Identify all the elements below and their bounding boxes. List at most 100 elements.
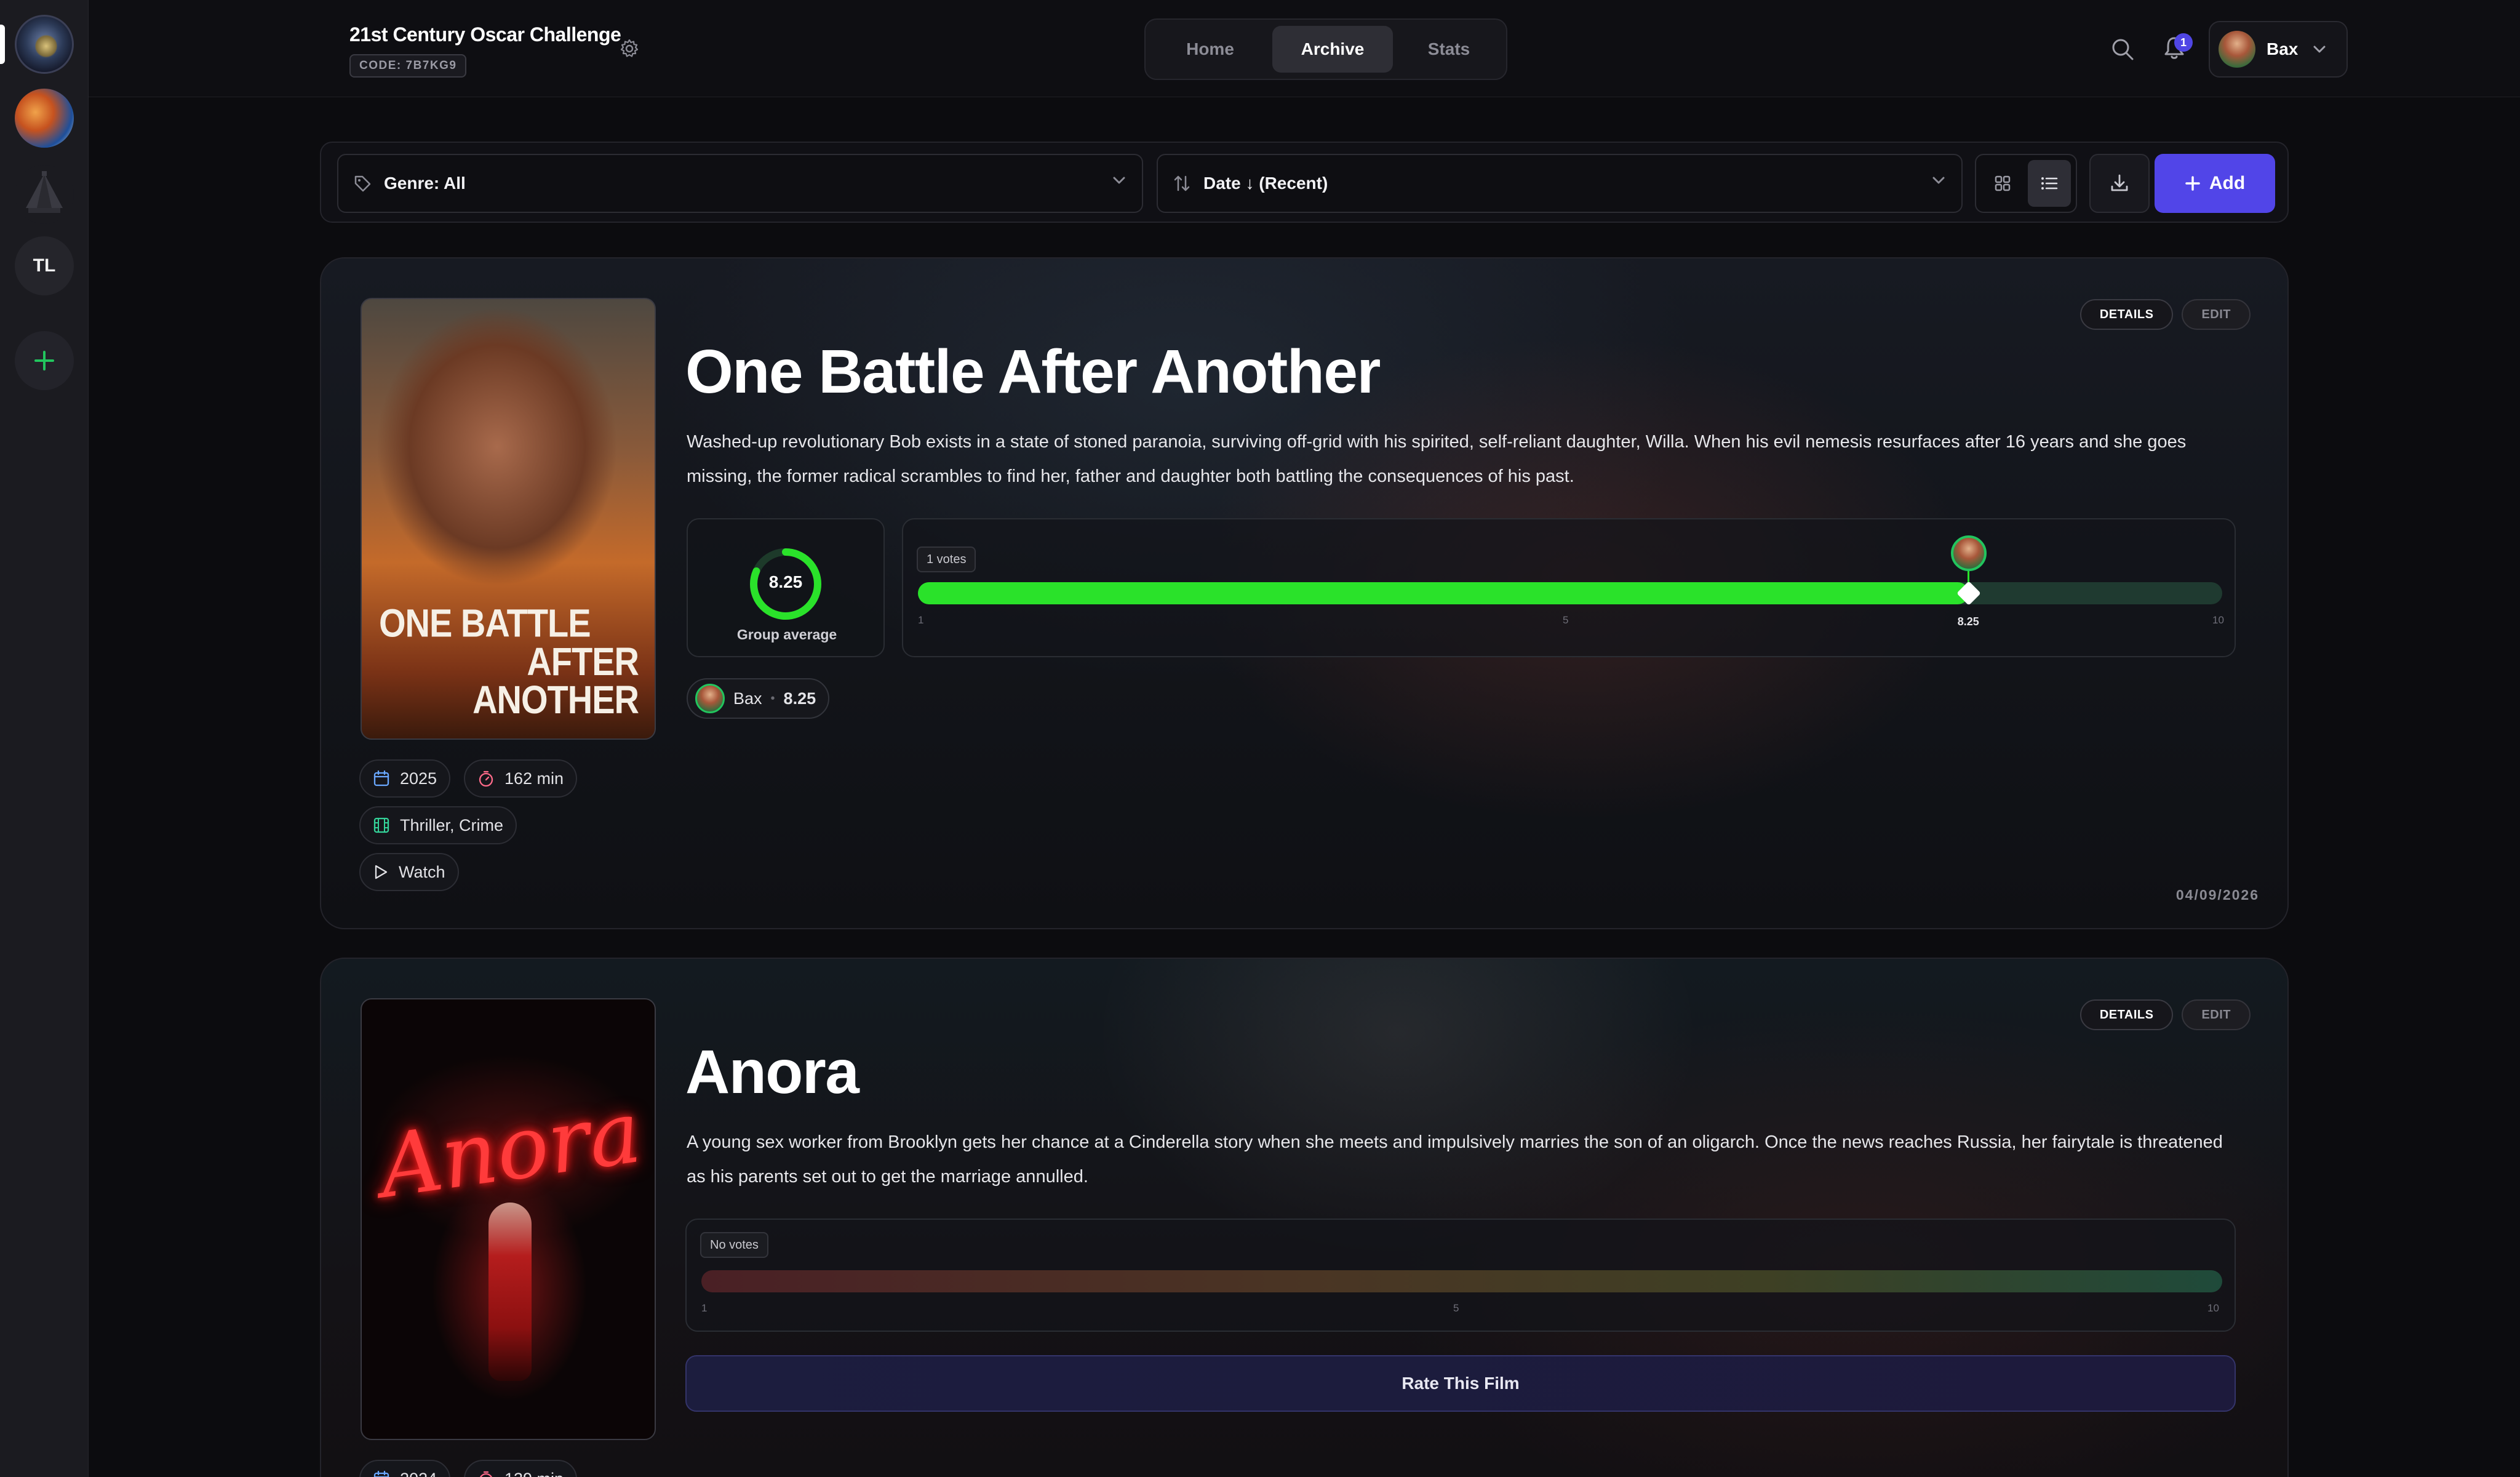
film-title: One Battle After Another	[685, 337, 1381, 406]
voter-score: 8.25	[783, 689, 816, 708]
user-avatar	[2219, 31, 2255, 68]
voter-marker-avatar[interactable]	[1950, 535, 1987, 571]
add-film-label: Add	[2209, 173, 2246, 193]
list-view-button[interactable]	[2028, 160, 2071, 207]
top-header: 21st Century Oscar Challenge CODE: 7B7KG…	[89, 0, 2520, 97]
rate-film-button[interactable]: Rate This Film	[685, 1355, 2236, 1412]
edit-button[interactable]: EDIT	[2182, 999, 2251, 1030]
scale-max-label: 10	[2207, 1302, 2219, 1314]
film-runtime: 139 min	[504, 1470, 564, 1477]
archive-toolbar: Genre: All Date ↓ (Recent) Add	[320, 142, 2289, 223]
poster-figure	[488, 1203, 532, 1381]
vote-count-badge: 1 votes	[917, 546, 976, 572]
export-button[interactable]	[2089, 154, 2150, 213]
genres-chip: Thriller, Crime	[359, 806, 517, 844]
average-marker-value: 8.25	[1957, 615, 1979, 628]
user-menu-button[interactable]: Bax	[2209, 21, 2348, 78]
details-button[interactable]: DETAILS	[2079, 299, 2174, 330]
film-genres: Thriller, Crime	[400, 815, 504, 835]
runtime-chip: 162 min	[464, 759, 578, 798]
group-code-badge[interactable]: CODE: 7B7KG9	[349, 54, 467, 78]
film-description: A young sex worker from Brooklyn gets he…	[687, 1132, 2223, 1187]
view-mode-toggle	[1975, 154, 2077, 213]
poster-title-text: ONE BATTLE AFTER ANOTHER	[379, 603, 642, 722]
download-icon	[2111, 174, 2128, 191]
chevron-down-icon	[1113, 177, 1125, 184]
film-title: Anora	[685, 1038, 859, 1107]
film-poster[interactable]: ONE BATTLE AFTER ANOTHER	[361, 298, 656, 740]
main-nav-tabs: Home Archive Stats	[1144, 18, 1507, 80]
sort-arrows-icon	[1174, 175, 1190, 191]
vote-count-badge: No votes	[700, 1232, 768, 1258]
scale-max-label: 10	[2212, 614, 2224, 626]
year-chip: 2024	[359, 1460, 451, 1477]
scale-mid-label: 5	[1563, 614, 1569, 626]
genre-filter-value: Genre: All	[384, 174, 466, 193]
edit-button[interactable]: EDIT	[2182, 299, 2251, 330]
film-poster[interactable]: Anora	[361, 998, 656, 1440]
server-icon-tent[interactable]	[15, 165, 74, 224]
calendar-icon	[373, 1470, 389, 1477]
play-icon	[375, 865, 388, 879]
scale-min-label: 1	[918, 614, 924, 626]
sort-select[interactable]: Date ↓ (Recent)	[1157, 154, 1963, 213]
scale-mid-label: 5	[1453, 1302, 1459, 1314]
grid-view-button[interactable]	[1981, 160, 2024, 207]
timer-icon	[480, 1471, 492, 1477]
plus-icon	[34, 351, 54, 370]
card-actions: DETAILS EDIT	[2079, 299, 2251, 330]
server-icon-oscar[interactable]	[15, 15, 74, 74]
watch-button[interactable]: Watch	[359, 853, 459, 891]
gear-icon[interactable]	[619, 38, 640, 59]
user-name: Bax	[2267, 39, 2299, 58]
voter-score-chip[interactable]: Bax • 8.25	[687, 678, 830, 719]
group-average-label: Group average	[736, 626, 837, 642]
film-description: Washed-up revolutionary Bob exists in a …	[687, 432, 2187, 486]
search-icon[interactable]	[2109, 36, 2136, 63]
film-strip-icon	[373, 817, 389, 833]
tag-icon	[354, 175, 371, 192]
card-actions: DETAILS EDIT	[2079, 999, 2251, 1030]
calendar-icon	[373, 770, 389, 787]
tab-home[interactable]: Home	[1152, 26, 1269, 73]
film-year: 2024	[400, 1470, 437, 1477]
rating-track-empty	[701, 1270, 2222, 1292]
notification-count-badge: 1	[2174, 33, 2193, 52]
film-card: Anora DETAILS EDIT Anora A young sex wor…	[320, 958, 2289, 1477]
active-server-indicator	[0, 25, 5, 64]
sort-value: Date ↓ (Recent)	[1203, 174, 1328, 193]
poster-title-line2: AFTER ANOTHER	[472, 639, 639, 722]
watch-label: Watch	[399, 862, 445, 881]
grid-icon	[1995, 175, 2011, 191]
film-year: 2025	[400, 769, 437, 788]
chevron-down-icon	[2313, 46, 2326, 53]
app-title: 21st Century Oscar Challenge	[349, 23, 621, 46]
rating-track-fill	[918, 582, 1969, 604]
poster-neon-title: Anora	[373, 1082, 647, 1218]
film-runtime: 162 min	[504, 769, 564, 788]
genre-filter-select[interactable]: Genre: All	[337, 154, 1143, 213]
voter-avatar	[695, 684, 725, 713]
rating-distribution-panel: 1 votes 1 5 10 8.25	[902, 518, 2236, 657]
scale-min-label: 1	[701, 1302, 708, 1314]
added-date: 04/09/2026	[2175, 887, 2259, 903]
server-tl-label: TL	[33, 255, 56, 276]
chevron-down-icon	[1932, 177, 1945, 184]
separator-dot: •	[770, 691, 775, 705]
group-average-value: 8.25	[768, 572, 803, 591]
runtime-chip: 139 min	[464, 1460, 578, 1477]
group-average-panel: 8.25 Group average	[687, 518, 885, 657]
year-chip: 2025	[359, 759, 451, 798]
timer-icon	[479, 771, 493, 787]
add-server-button[interactable]	[15, 331, 74, 390]
tent-icon	[26, 171, 63, 213]
plus-icon	[2185, 176, 2200, 191]
server-icon-tl[interactable]: TL	[15, 236, 74, 295]
server-icon-2[interactable]	[15, 89, 74, 148]
tab-stats[interactable]: Stats	[1397, 26, 1501, 73]
details-button[interactable]: DETAILS	[2079, 999, 2174, 1030]
notifications-button[interactable]: 1	[2162, 33, 2193, 64]
tab-archive[interactable]: Archive	[1272, 26, 1393, 73]
add-film-button[interactable]: Add	[2155, 154, 2275, 213]
server-rail: TL	[0, 0, 89, 1477]
